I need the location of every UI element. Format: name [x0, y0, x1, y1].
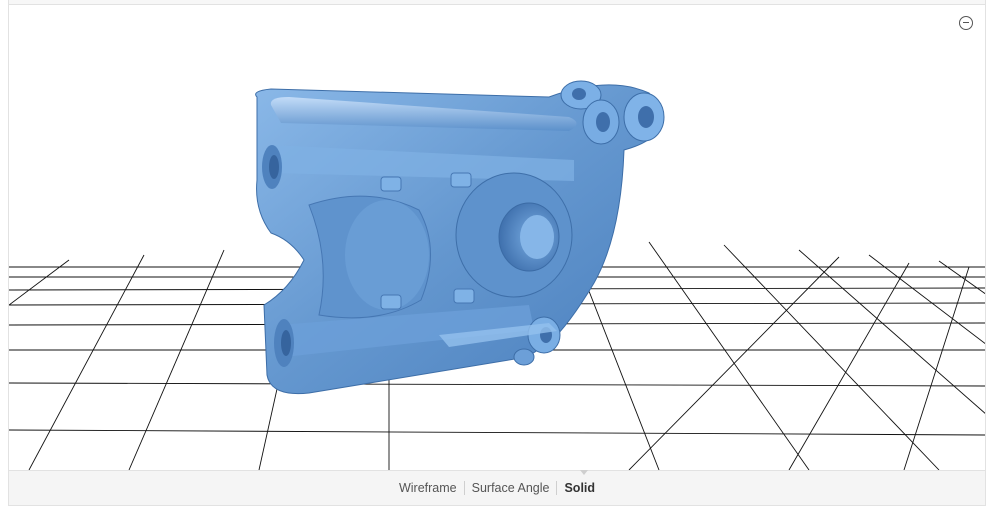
3d-viewport[interactable]	[8, 5, 986, 470]
render-mode-toolbar: Wireframe Surface Angle Solid	[8, 470, 986, 506]
scene-canvas[interactable]	[9, 5, 986, 470]
surface-angle-mode-button[interactable]: Surface Angle	[463, 481, 557, 495]
cad-model[interactable]	[255, 80, 665, 395]
wireframe-mode-button[interactable]: Wireframe	[392, 481, 464, 495]
solid-mode-button[interactable]: Solid	[556, 481, 602, 495]
active-mode-caret	[580, 470, 588, 475]
minus-circle-icon[interactable]	[959, 16, 973, 30]
